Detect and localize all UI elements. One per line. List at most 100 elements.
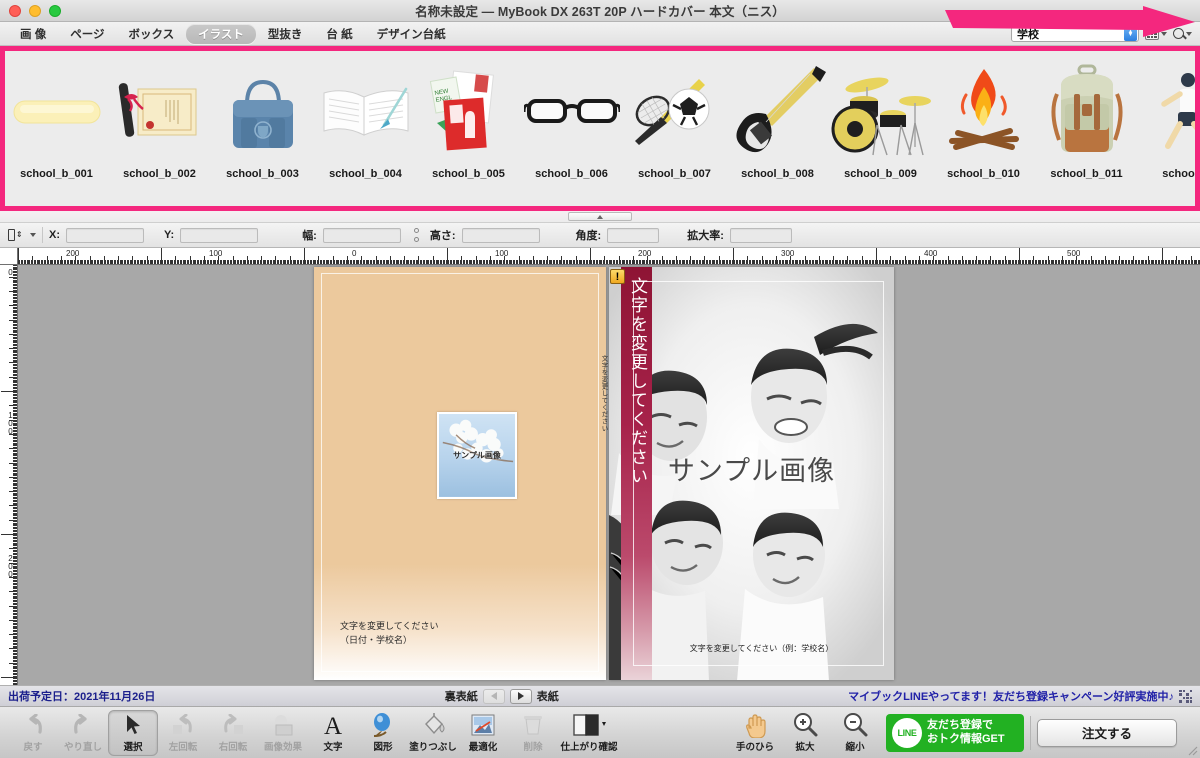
list-item-label: school_b_006 [535,168,608,180]
link-lock-icon[interactable] [413,228,420,242]
diploma-icon [110,56,210,166]
close-button[interactable] [9,4,21,17]
width-label: 幅: [302,230,317,242]
category-toolbar: 画 像 ページ ボックス イラスト 型抜き 台 紙 デザイン台紙 学校 ▲ ▼ [0,22,1200,46]
scale-input[interactable] [729,227,792,243]
list-item[interactable]: school_b_004 [314,56,417,180]
y-label: Y: [164,229,175,241]
search-button[interactable] [1173,28,1192,39]
fill-tool-label: 塗りつぶし [409,742,457,753]
back-cover-sample-image[interactable]: サンプル画像 [437,412,517,499]
book-preview-icon [572,712,606,738]
front-cover-page[interactable]: 文字を変更してください サンプル画像 文字を変更してください（例：学校名） [609,267,894,680]
list-item[interactable]: school_b_006 [520,56,623,180]
category-select[interactable]: 学校 ▲ ▼ [1011,25,1139,42]
page-prev-label: 裏表紙 [444,691,478,703]
undo-button[interactable]: 戻す [8,710,58,756]
zoom-button[interactable] [49,4,61,17]
list-item[interactable]: school_b_011 [1035,56,1138,180]
spine-text[interactable]: 文字を変更してください [598,355,608,432]
list-item[interactable]: school_b_010 [932,56,1035,180]
panel-collapse-handle[interactable] [568,212,632,221]
line-banner-line1: 友だち登録で [927,718,993,731]
angle-input[interactable] [607,227,660,243]
illustration-list[interactable]: school_b_001 school_b_002 school_b_003 s… [5,51,1195,206]
zoom-in-label: 拡大 [795,742,815,753]
preview-button[interactable]: 仕上がり確認 [558,710,620,756]
zoom-in-button[interactable]: 拡大 [780,710,830,756]
ruler-tick-label: 100 [209,249,223,258]
running-student-icon [1140,56,1195,166]
delete-label: 削除 [523,742,543,753]
warning-badge[interactable]: ! [610,269,625,284]
ruler-tick-label: 500 [1067,249,1081,258]
window-resize-grip[interactable] [1186,744,1198,756]
list-item[interactable]: school_b_009 [829,56,932,180]
document-canvas[interactable]: サンプル画像 文字を変更してください （日付・学校名） 文字を変更してください [18,265,1200,685]
title-bar: 名称未設定 — MyBook DX 263T 20P ハードカバー 本文（ニス） [0,0,1200,22]
anchor-align-icon[interactable]: ⇕ [8,228,24,242]
select-tool-button[interactable]: 選択 [108,709,158,756]
order-button[interactable]: 注文する [1037,718,1177,747]
list-item[interactable]: NEW ENGL school_b_005 [417,56,520,180]
fill-tool-button[interactable]: 塗りつぶし [408,710,458,756]
grid-view-button[interactable] [1145,27,1167,40]
tab-diecut[interactable]: 型抜き [256,24,315,44]
redo-button[interactable]: やり直し [58,710,108,756]
optimize-button[interactable]: 最適化 [458,710,508,756]
chevron-down-icon [1186,31,1192,36]
page-next-button[interactable] [509,688,532,704]
back-cover-page[interactable]: サンプル画像 文字を変更してください （日付・学校名） 文字を変更してください [314,267,608,680]
x-input[interactable] [66,227,144,243]
height-input[interactable] [461,227,540,243]
shipping-date-label: 出荷予定日：2021年11月26日 [8,691,156,703]
list-item[interactable]: school_b_008 [726,56,829,180]
rotate-right-button[interactable]: 右回転 [208,710,258,756]
page-prev-button[interactable] [482,688,505,704]
stepper-icon[interactable]: ▲ ▼ [1124,26,1137,41]
y-input[interactable] [180,227,259,243]
tab-images[interactable]: 画 像 [8,24,58,44]
tab-pages[interactable]: ページ [58,24,116,44]
campfire-icon [934,56,1034,166]
width-input[interactable] [322,227,401,243]
textbooks-icon: NEW ENGL [419,56,519,166]
list-item[interactable]: school_b_003 [211,56,314,180]
tab-illustrations[interactable]: イラスト [186,23,256,44]
list-item[interactable]: school_b_ [1138,56,1195,180]
optimize-icon [470,712,496,738]
ruler-tick-label: 400 [924,249,938,258]
hand-tool-label: 手のひら [735,742,774,753]
zoom-out-button[interactable]: 縮小 [830,710,880,756]
page-spread[interactable]: サンプル画像 文字を変更してください （日付・学校名） 文字を変更してください [314,267,894,680]
x-label: X: [49,229,60,241]
vertical-ruler: 0 100 200 [0,248,18,685]
tab-boxes[interactable]: ボックス [116,24,186,44]
glasses-icon [522,56,622,166]
redo-label: やり直し [63,742,102,753]
image-effect-button[interactable]: 画像効果 [258,710,308,756]
height-label: 高さ: [429,230,456,242]
rotate-left-button[interactable]: 左回転 [158,710,208,756]
line-friend-banner[interactable]: LINE 友だち登録で おトク情報GET [886,713,1024,752]
text-tool-button[interactable]: A 文字 [308,710,358,756]
chevron-down-icon[interactable] [30,233,36,237]
zoom-out-icon [842,712,868,738]
line-promo-link[interactable]: マイブックLINEやってます！友だち登録キャンペーン好評実施中♪ [848,688,1192,704]
scale-label: 拡大率: [687,230,724,242]
hand-tool-button[interactable]: 手のひら [730,710,780,756]
list-item[interactable]: school_b_007 [623,56,726,180]
list-item-label: school_b_005 [432,168,505,180]
delete-button[interactable]: 削除 [508,710,558,756]
back-cover-text[interactable]: 文字を変更してください （日付・学校名） [340,620,438,647]
angle-label: 角度: [575,230,602,242]
ruler-tick-label: 0 [352,249,357,258]
front-cover-bottom-text[interactable]: 文字を変更してください（例：学校名） [609,643,894,654]
minimize-button[interactable] [29,4,41,17]
shape-tool-button[interactable]: 図形 [358,710,408,756]
tab-mount[interactable]: 台 紙 [314,24,364,44]
tab-design-mount[interactable]: デザイン台紙 [365,24,458,44]
list-item[interactable]: school_b_001 [5,56,108,180]
list-item[interactable]: school_b_002 [108,56,211,180]
line-banner-text: 友だち登録で おトク情報GET [927,719,1005,747]
